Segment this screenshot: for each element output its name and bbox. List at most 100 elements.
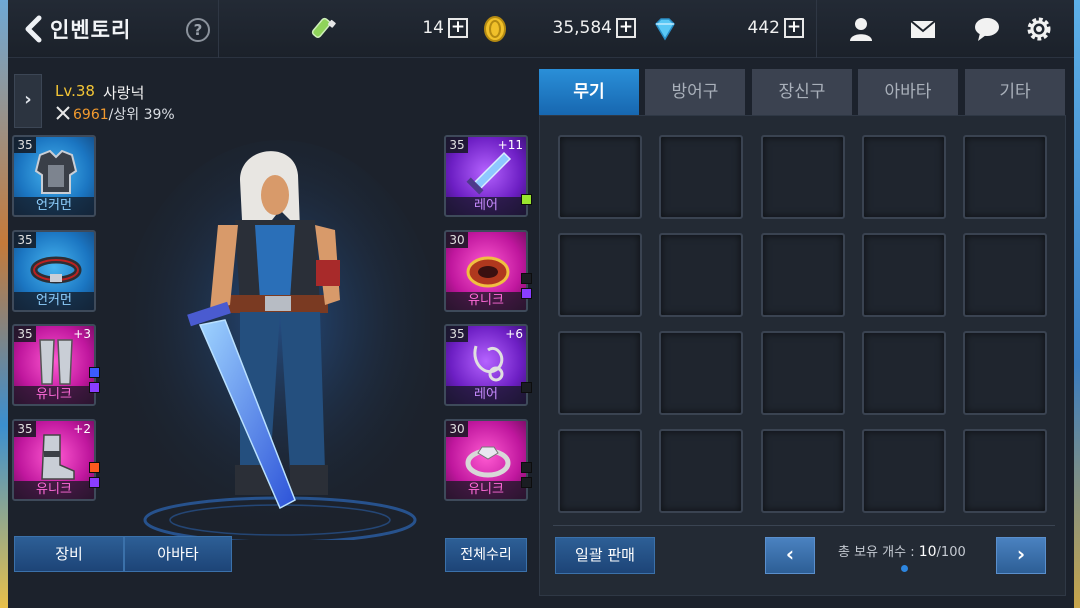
inventory-slot[interactable]: [761, 135, 845, 219]
equip-slot-ring[interactable]: 30 유니크: [444, 419, 528, 501]
equip-slot-bracelet[interactable]: 30 유니크: [444, 230, 528, 312]
enhance-level: +11: [497, 138, 523, 152]
socket-empty-icon: [521, 382, 532, 393]
item-level: 30: [446, 232, 468, 248]
character-model: [130, 140, 430, 540]
equip-slot-chest[interactable]: 35 언커먼: [12, 135, 96, 217]
equip-slot-belt[interactable]: 35 언커먼: [12, 230, 96, 312]
tab-etc[interactable]: 기타: [965, 69, 1065, 115]
background-scenery: [0, 0, 8, 608]
add-stamina-button[interactable]: +: [448, 18, 468, 38]
combat-rank: /상위 39%: [108, 107, 175, 123]
leg-armor-icon: [39, 339, 73, 385]
expand-profile-button[interactable]: ›: [14, 74, 42, 128]
add-gold-button[interactable]: +: [616, 18, 636, 38]
inventory-slot[interactable]: [862, 429, 946, 513]
inventory-slot[interactable]: [659, 233, 743, 317]
top-bar: 인벤토리 ? 14 + 35,584 + 442 +: [8, 0, 1074, 58]
inventory-slot[interactable]: [862, 331, 946, 415]
inventory-slot[interactable]: [862, 233, 946, 317]
equipment-tab-button[interactable]: 장비: [14, 536, 124, 572]
item-grade: 유니크: [446, 292, 526, 310]
bulk-sell-button[interactable]: 일괄 판매: [555, 537, 655, 574]
tab-accessory[interactable]: 장신구: [752, 69, 852, 115]
socket-empty-icon: [521, 477, 532, 488]
gold-value: 35,584: [552, 18, 612, 38]
inventory-slot[interactable]: [761, 331, 845, 415]
back-arrow-icon[interactable]: [22, 14, 44, 44]
inventory-slot[interactable]: [659, 429, 743, 513]
item-count-label: 총 보유 개수 :: [838, 545, 919, 560]
equip-slot-legs[interactable]: 35 +3 유니크: [12, 324, 96, 406]
inventory-slot[interactable]: [558, 331, 642, 415]
inventory-slot[interactable]: [558, 135, 642, 219]
item-level: 35: [446, 326, 468, 342]
item-grade: 레어: [446, 197, 526, 215]
boots-icon: [41, 434, 75, 480]
add-diamond-button[interactable]: +: [784, 18, 804, 38]
socket-gem-icon: [89, 367, 100, 378]
next-page-button[interactable]: ›: [996, 537, 1046, 574]
equip-slot-necklace[interactable]: 35 +6 레어: [444, 324, 528, 406]
socket-empty-icon: [521, 462, 532, 473]
avatar-tab-button[interactable]: 아바타: [124, 536, 232, 572]
bracelet-icon: [466, 256, 510, 288]
tab-armor[interactable]: 방어구: [645, 69, 745, 115]
item-grade: 유니크: [446, 481, 526, 499]
inventory-slot[interactable]: [963, 135, 1047, 219]
settings-icon[interactable]: [1024, 14, 1054, 44]
crossed-swords-icon: [56, 106, 70, 120]
item-level: 35: [14, 232, 36, 248]
inventory-slot[interactable]: [963, 331, 1047, 415]
inventory-slot[interactable]: [963, 233, 1047, 317]
necklace-icon: [473, 345, 504, 382]
item-grade: 유니크: [14, 386, 94, 404]
item-level: 35: [14, 137, 36, 153]
divider: [218, 0, 219, 58]
enhance-level: +2: [73, 422, 91, 436]
item-grade: 유니크: [14, 481, 94, 499]
diamond-icon: [655, 18, 675, 41]
equip-slot-weapon[interactable]: 35 +11 레어: [444, 135, 528, 217]
character-name: 사랑넉: [103, 84, 145, 102]
inventory-slot[interactable]: [761, 233, 845, 317]
item-count-max: /100: [936, 545, 966, 560]
stamina-potion-icon: [311, 17, 336, 38]
ring-icon: [465, 446, 511, 478]
friends-icon[interactable]: [846, 14, 876, 44]
character-level: Lv.38: [55, 82, 95, 100]
item-level: 35: [14, 326, 36, 342]
inventory-slot[interactable]: [558, 233, 642, 317]
equip-slot-boots[interactable]: 35 +2 유니크: [12, 419, 96, 501]
diamond-value: 442: [747, 18, 780, 38]
socket-gem-icon: [89, 382, 100, 393]
help-icon[interactable]: ?: [186, 18, 210, 42]
combat-power-value: 6961: [73, 107, 109, 123]
socket-gem-icon: [521, 288, 532, 299]
item-count-current: 10: [918, 544, 937, 560]
mail-icon[interactable]: [908, 14, 938, 44]
inventory-slot[interactable]: [659, 135, 743, 219]
page-title: 인벤토리: [50, 18, 132, 42]
chest-armor-icon: [34, 149, 78, 194]
sword-icon: [466, 151, 512, 195]
item-grade: 언커먼: [14, 197, 94, 215]
socket-gem-icon: [89, 477, 100, 488]
inventory-slot[interactable]: [558, 429, 642, 513]
combat-power: 6961/상위 39%: [73, 104, 175, 124]
repair-all-button[interactable]: 전체수리: [445, 538, 527, 572]
stamina-value: 14: [422, 18, 444, 38]
divider: [553, 525, 1055, 526]
item-grade: 레어: [446, 386, 526, 404]
belt-icon: [30, 256, 82, 284]
enhance-level: +3: [73, 327, 91, 341]
inventory-slot[interactable]: [862, 135, 946, 219]
tab-avatar[interactable]: 아바타: [858, 69, 958, 115]
chat-icon[interactable]: [972, 14, 1002, 44]
inventory-slot[interactable]: [659, 331, 743, 415]
tab-weapon[interactable]: 무기: [539, 69, 639, 115]
prev-page-button[interactable]: ‹: [765, 537, 815, 574]
background-scenery: [1074, 0, 1080, 608]
inventory-slot[interactable]: [963, 429, 1047, 513]
inventory-slot[interactable]: [761, 429, 845, 513]
